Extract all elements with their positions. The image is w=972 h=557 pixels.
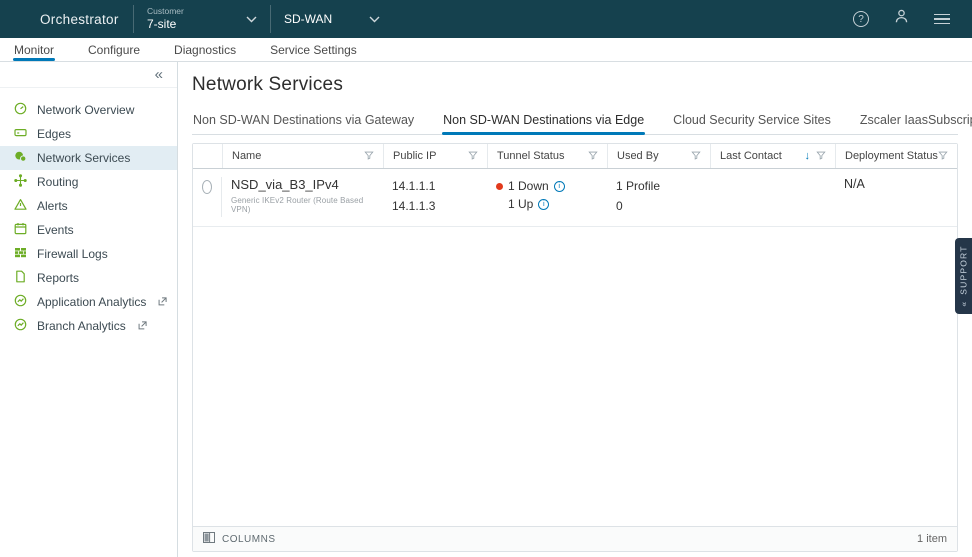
nsd-type: Generic IKEv2 Router (Route Based VPN) (231, 196, 374, 214)
sidebar-item-network-services[interactable]: Network Services (0, 146, 177, 170)
column-header-last-contact[interactable]: Last Contact ↓ (710, 144, 835, 168)
filter-icon[interactable] (691, 150, 701, 163)
used-by-cell: 1 Profile 0 (607, 177, 710, 217)
app-header: Orchestrator Customer 7-site SD-WAN ? (0, 0, 972, 38)
row-select-radio[interactable] (202, 180, 212, 194)
item-count: 1 item (917, 533, 947, 545)
sidebar-item-firewall-logs[interactable]: Firewall Logs (0, 242, 177, 266)
service-dropdown[interactable]: SD-WAN (271, 12, 393, 26)
external-link-icon (158, 295, 167, 309)
chevron-down-icon (246, 10, 257, 28)
page-title: Network Services (192, 74, 958, 96)
tab-nsd-via-edge[interactable]: Non SD-WAN Destinations via Edge (442, 108, 645, 134)
sidebar-item-network-overview[interactable]: Network Overview (0, 98, 177, 122)
customer-value: 7-site (147, 17, 184, 32)
branch-analytics-icon (14, 318, 27, 334)
sidebar-item-application-analytics[interactable]: Application Analytics (0, 290, 177, 314)
service-value: SD-WAN (284, 12, 332, 26)
alerts-icon (14, 198, 27, 214)
nav-tab-configure[interactable]: Configure (88, 38, 140, 61)
sidebar-item-label: Routing (37, 175, 78, 189)
help-icon[interactable]: ? (853, 11, 869, 27)
filter-icon[interactable] (816, 150, 826, 163)
product-title: Orchestrator (40, 12, 133, 27)
network-overview-icon (14, 102, 27, 118)
sidebar-item-label: Reports (37, 271, 79, 285)
nav-tab-monitor[interactable]: Monitor (14, 38, 54, 61)
info-icon[interactable]: i (554, 181, 565, 192)
deployment-status-cell: N/A (835, 177, 957, 217)
sidebar-item-label: Edges (37, 127, 71, 141)
sort-desc-icon[interactable]: ↓ (805, 150, 811, 162)
table-header-row: Name Public IP Tunnel Status (193, 144, 957, 169)
table-footer: COLUMNS 1 item (193, 526, 957, 551)
nsd-name: NSD_via_B3_IPv4 (231, 177, 374, 192)
sidebar-item-label: Branch Analytics (37, 319, 126, 333)
sidebar-item-label: Firewall Logs (37, 247, 108, 261)
firewall-logs-icon (14, 246, 27, 262)
sidebar-item-label: Events (37, 223, 74, 237)
table-row[interactable]: NSD_via_B3_IPv4 Generic IKEv2 Router (Ro… (193, 169, 957, 227)
sidebar-item-events[interactable]: Events (0, 218, 177, 242)
nav-tab-diagnostics[interactable]: Diagnostics (174, 38, 236, 61)
select-column-header (193, 144, 222, 168)
column-header-name[interactable]: Name (222, 144, 383, 168)
column-header-deployment-status[interactable]: Deployment Status (835, 144, 957, 168)
nav-tab-service-settings[interactable]: Service Settings (270, 38, 357, 61)
public-ip-cell: 14.1.1.1 14.1.1.3 (383, 177, 487, 217)
menu-icon[interactable] (934, 14, 950, 25)
tunnel-down-label: 1 Down (508, 177, 549, 195)
column-header-public-ip[interactable]: Public IP (383, 144, 487, 168)
columns-button[interactable]: COLUMNS (203, 532, 276, 546)
filter-icon[interactable] (468, 150, 478, 163)
tunnel-status-cell: 1 Down i 1 Up i (487, 177, 607, 217)
sidebar-item-label: Network Services (37, 151, 130, 165)
routing-icon (14, 174, 27, 190)
column-header-tunnel-status[interactable]: Tunnel Status (487, 144, 607, 168)
tunnel-up-label: 1 Up (508, 195, 533, 213)
chevron-down-icon (369, 12, 380, 26)
support-chevron-icon: « (959, 301, 969, 307)
customer-label: Customer (147, 6, 184, 17)
tunnel-down-dot (496, 183, 503, 190)
services-table: Name Public IP Tunnel Status (192, 143, 958, 552)
sidebar-item-branch-analytics[interactable]: Branch Analytics (0, 314, 177, 338)
main-content: Network Services Non SD-WAN Destinations… (178, 62, 972, 557)
sidebar-item-label: Application Analytics (37, 295, 146, 309)
collapse-sidebar-icon[interactable]: « (155, 67, 163, 82)
sidebar-item-label: Network Overview (37, 103, 134, 117)
sidebar-item-routing[interactable]: Routing (0, 170, 177, 194)
primary-nav: Monitor Configure Diagnostics Service Se… (0, 38, 972, 62)
sidebar: « Network Overview Edges (0, 62, 178, 557)
sidebar-item-reports[interactable]: Reports (0, 266, 177, 290)
sidebar-item-edges[interactable]: Edges (0, 122, 177, 146)
user-icon[interactable] (893, 8, 910, 30)
customer-dropdown[interactable]: Customer 7-site (134, 6, 270, 32)
column-header-used-by[interactable]: Used By (607, 144, 710, 168)
sidebar-item-alerts[interactable]: Alerts (0, 194, 177, 218)
external-link-icon (138, 319, 147, 333)
events-icon (14, 222, 27, 238)
edges-icon (14, 126, 27, 142)
columns-icon (203, 532, 215, 546)
filter-icon[interactable] (588, 150, 598, 163)
filter-icon[interactable] (938, 150, 948, 163)
network-services-icon (14, 150, 27, 166)
tab-cloud-security-service-sites[interactable]: Cloud Security Service Sites (672, 108, 832, 134)
support-label: SUPPORT (959, 245, 969, 294)
sidebar-item-label: Alerts (37, 199, 68, 213)
services-tabstrip: Non SD-WAN Destinations via Gateway Non … (192, 108, 958, 135)
last-contact-cell (710, 177, 835, 217)
reports-icon (14, 270, 27, 286)
info-icon[interactable]: i (538, 199, 549, 210)
application-analytics-icon (14, 294, 27, 310)
tab-zscaler-iaas-subscription[interactable]: Zscaler IaasSubscription i (859, 108, 972, 134)
support-tab[interactable]: « SUPPORT (955, 238, 972, 314)
filter-icon[interactable] (364, 150, 374, 163)
tab-nsd-via-gateway[interactable]: Non SD-WAN Destinations via Gateway (192, 108, 415, 134)
